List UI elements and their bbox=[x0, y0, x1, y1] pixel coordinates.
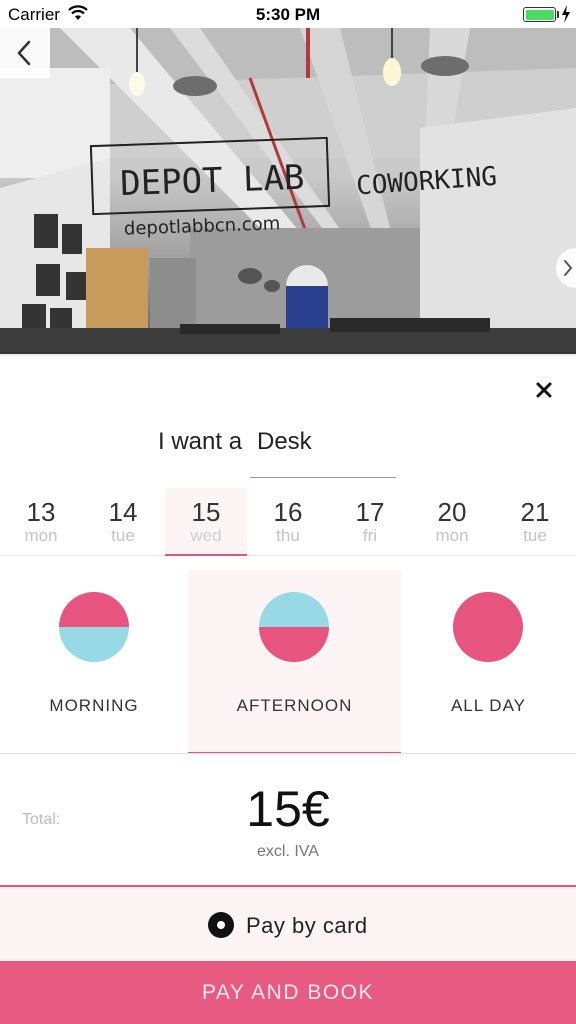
slot-label: ALL DAY bbox=[450, 696, 527, 715]
date-tab[interactable]: 21 tue bbox=[494, 488, 576, 556]
circle-top-half bbox=[59, 592, 129, 627]
date-day-number: 21 bbox=[520, 497, 550, 527]
battery-tip bbox=[557, 11, 559, 18]
resource-selector-row: I want a Desk bbox=[0, 426, 576, 478]
circle-bottom-half bbox=[453, 627, 523, 662]
next-photo-button[interactable] bbox=[556, 248, 576, 288]
date-day-number: 13 bbox=[26, 497, 56, 527]
tax-note: excl. IVA bbox=[257, 843, 319, 860]
chevron-right-icon bbox=[564, 260, 573, 276]
payment-method-label: Pay by card bbox=[246, 913, 368, 938]
circle-top-half bbox=[453, 592, 523, 627]
date-weekday: thu bbox=[276, 526, 300, 545]
venue-photo: DEPOT LAB COWORKING depotlabbcn.com bbox=[0, 28, 576, 354]
date-weekday: fri bbox=[362, 526, 378, 545]
date-day-number: 20 bbox=[437, 497, 467, 527]
close-button[interactable] bbox=[532, 378, 556, 402]
date-weekday: tue bbox=[523, 526, 547, 545]
date-weekday: mon bbox=[435, 526, 469, 545]
hero-shadow bbox=[0, 352, 576, 358]
afternoon-half-circle-icon bbox=[259, 592, 329, 662]
charging-bolt-icon bbox=[562, 5, 570, 23]
date-picker: 13 mon 14 tue 15 wed 16 thu 17 fri 20 mo… bbox=[0, 488, 576, 556]
slot-label: MORNING bbox=[49, 696, 139, 715]
circle-top-half bbox=[259, 592, 329, 627]
date-tab[interactable]: 15 wed bbox=[165, 488, 247, 556]
morning-half-circle-icon bbox=[59, 592, 129, 662]
date-weekday: tue bbox=[111, 526, 135, 545]
slot-all-day[interactable]: ALL DAY bbox=[401, 570, 576, 754]
all-day-circle-icon bbox=[453, 592, 523, 662]
status-time: 5:30 PM bbox=[255, 5, 321, 24]
resource-type-value: Desk bbox=[257, 428, 312, 455]
battery-icon bbox=[523, 7, 556, 22]
slot-label: AFTERNOON bbox=[236, 696, 353, 715]
date-tab[interactable]: 14 tue bbox=[82, 488, 164, 556]
slot-afternoon[interactable]: AFTERNOON bbox=[188, 570, 401, 754]
chevron-left-icon bbox=[17, 40, 31, 66]
status-bar: Carrier 5:30 PM bbox=[0, 0, 576, 28]
date-tab[interactable]: 13 mon bbox=[0, 488, 82, 556]
date-day-number: 14 bbox=[108, 497, 138, 527]
payment-method-option[interactable]: Pay by card bbox=[0, 885, 576, 961]
date-weekday: mon bbox=[24, 526, 58, 545]
resource-type-dropdown[interactable]: Desk bbox=[250, 426, 396, 478]
circle-bottom-half bbox=[259, 627, 329, 662]
divider bbox=[0, 753, 576, 754]
coworking-interior-image: DEPOT LAB COWORKING depotlabbcn.com bbox=[0, 28, 576, 354]
date-tab[interactable]: 20 mon bbox=[411, 488, 493, 556]
slot-morning[interactable]: MORNING bbox=[0, 570, 188, 754]
date-day-number: 15 bbox=[191, 497, 221, 527]
radio-selected-icon[interactable] bbox=[208, 912, 234, 938]
back-button[interactable] bbox=[0, 28, 50, 78]
circle-bottom-half bbox=[59, 627, 129, 662]
date-day-number: 16 bbox=[273, 497, 303, 527]
want-prefix-label: I want a bbox=[158, 428, 243, 455]
date-tab[interactable]: 16 thu bbox=[247, 488, 329, 556]
radio-dot bbox=[217, 921, 225, 929]
date-tab[interactable]: 17 fri bbox=[329, 488, 411, 556]
time-slot-picker: MORNING AFTERNOON ALL DAY bbox=[0, 570, 576, 754]
date-weekday: wed bbox=[190, 526, 222, 545]
sign-logo-text: DEPOT LAB bbox=[120, 158, 306, 204]
close-icon bbox=[536, 382, 552, 398]
pay-and-book-button[interactable]: PAY AND BOOK bbox=[0, 961, 576, 1024]
total-price: 15€ bbox=[246, 781, 330, 837]
date-day-number: 17 bbox=[355, 497, 385, 527]
